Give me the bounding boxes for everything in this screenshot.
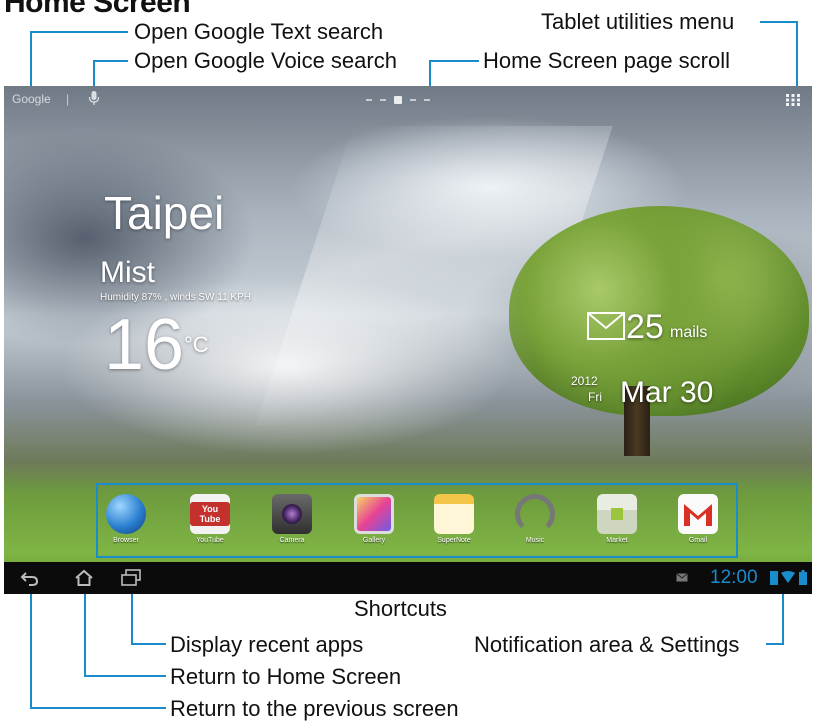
- app-camera[interactable]: Camera: [262, 494, 322, 544]
- recent-apps-icon[interactable]: [120, 569, 142, 587]
- leader-tablet-menu: [760, 21, 798, 23]
- leader-home-v: [84, 594, 86, 676]
- app-market[interactable]: Market: [587, 494, 647, 544]
- leader-text-search: [30, 31, 128, 33]
- page-dot[interactable]: [366, 99, 372, 101]
- gmail-m-icon: [684, 504, 712, 526]
- leader-back-v: [30, 594, 32, 708]
- page-dot[interactable]: [424, 99, 430, 101]
- weather-temperature: 16: [104, 305, 185, 385]
- app-gallery[interactable]: Gallery: [344, 494, 404, 544]
- youtube-logo-text: You Tube: [190, 502, 230, 526]
- wifi-icon[interactable]: [781, 571, 795, 583]
- weather-condition: Mist: [100, 256, 155, 289]
- date-year: 2012: [571, 374, 598, 388]
- leader-tablet-menu-v: [796, 21, 798, 86]
- callout-text-search: Open Google Text search: [134, 19, 384, 44]
- weather-detail: Humidity 87% , winds SW 11 KPH: [100, 292, 251, 303]
- search-divider: |: [66, 92, 70, 106]
- page-dot-active[interactable]: [394, 96, 402, 104]
- app-label: Browser: [113, 537, 139, 544]
- youtube-icon: You Tube: [190, 494, 230, 534]
- leader-page-scroll-v: [429, 60, 431, 86]
- status-clock[interactable]: 12:00: [710, 567, 758, 589]
- app-label: Music: [525, 537, 545, 544]
- leader-page-scroll: [429, 60, 479, 62]
- app-browser[interactable]: Browser: [96, 494, 156, 544]
- mail-icon[interactable]: [587, 312, 625, 340]
- app-youtube[interactable]: You Tube YouTube: [180, 494, 240, 544]
- weather-city[interactable]: Taipei: [104, 186, 224, 240]
- sd-card-icon[interactable]: [770, 571, 778, 585]
- back-icon[interactable]: [20, 569, 40, 587]
- mail-label: mails: [670, 324, 708, 341]
- date-weekday: Fri: [588, 390, 602, 404]
- market-icon: [597, 494, 637, 534]
- browser-icon: [106, 494, 146, 534]
- app-supernote[interactable]: SuperNote: [424, 494, 484, 544]
- battery-icon[interactable]: [799, 570, 807, 585]
- camera-icon: [272, 494, 312, 534]
- market-logo: [611, 508, 623, 520]
- weather-unit: °C: [184, 332, 209, 357]
- mail-count[interactable]: 25: [626, 308, 664, 347]
- page-scroll-indicator[interactable]: [366, 96, 430, 104]
- leader-back: [30, 707, 166, 709]
- home-icon[interactable]: [74, 569, 94, 587]
- app-label: Market: [606, 537, 628, 544]
- gallery-icon: [354, 494, 394, 534]
- apps-grid-icon[interactable]: [786, 94, 800, 106]
- callout-tablet-menu: Tablet utilities menu: [541, 9, 735, 34]
- mail-notification-icon[interactable]: [676, 573, 688, 582]
- leader-notification: [766, 643, 784, 645]
- leader-text-search-v: [30, 31, 32, 86]
- leader-voice-search: [93, 60, 128, 62]
- app-label: YouTube: [196, 537, 224, 544]
- app-label: Gmail: [688, 537, 708, 544]
- page-title: Home Screen: [4, 0, 191, 19]
- callout-recent-apps: Display recent apps: [170, 632, 364, 657]
- music-icon: [515, 494, 555, 534]
- app-label: SuperNote: [437, 537, 471, 544]
- app-music[interactable]: Music: [505, 494, 565, 544]
- date-day[interactable]: Mar 30: [620, 376, 713, 410]
- page-dot[interactable]: [410, 99, 416, 101]
- camera-lens: [282, 504, 302, 524]
- google-text-search[interactable]: Google: [12, 92, 51, 106]
- callout-page-scroll: Home Screen page scroll: [483, 48, 731, 73]
- system-bar: 12:00: [4, 562, 812, 594]
- app-gmail[interactable]: Gmail: [668, 494, 728, 544]
- app-label: Gallery: [362, 537, 386, 544]
- callout-notification: Notification area & Settings: [474, 632, 740, 657]
- leader-voice-search-v: [93, 60, 95, 86]
- callout-home: Return to Home Screen: [170, 664, 402, 689]
- callout-back: Return to the previous screen: [170, 696, 459, 721]
- app-label: Camera: [279, 537, 305, 544]
- tablet-home-screen: Google | Taipei Mist Humidity 87% , wind…: [4, 86, 812, 594]
- leader-recent-apps-v: [131, 594, 133, 644]
- leader-home: [84, 675, 166, 677]
- callout-voice-search: Open Google Voice search: [134, 48, 397, 73]
- leader-recent-apps: [131, 643, 166, 645]
- supernote-icon: [434, 494, 474, 534]
- gmail-icon: [678, 494, 718, 534]
- leader-notification-v: [782, 594, 784, 644]
- page-dot[interactable]: [380, 99, 386, 101]
- mic-icon[interactable]: [88, 90, 100, 106]
- callout-shortcuts: Shortcuts: [354, 596, 447, 621]
